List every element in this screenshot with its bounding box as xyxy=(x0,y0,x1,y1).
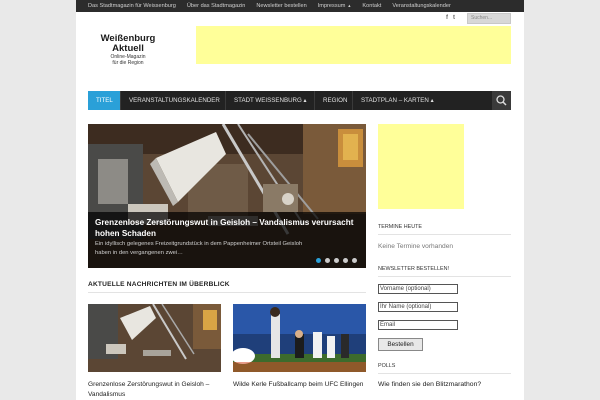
nav-item-veranstaltungskalender[interactable]: VERANSTALTUNGSKALENDER xyxy=(121,91,228,110)
sidebar-divider xyxy=(378,234,511,235)
sidebar-divider xyxy=(378,373,511,374)
news-image-vandalism xyxy=(88,304,221,372)
logo-line-2: Aktuell xyxy=(112,43,144,54)
nav-item-titel[interactable]: TITEL xyxy=(88,91,121,110)
sub-bar: f t xyxy=(76,12,524,25)
topnav-item-impressum-label: Impressum xyxy=(317,3,346,9)
slider-dot-2[interactable] xyxy=(325,258,330,263)
sidebar-divider xyxy=(378,276,511,277)
slider-dot-3[interactable] xyxy=(334,258,339,263)
slide-caption: Grenzenlose Zerstörungswut in Geisloh – … xyxy=(88,212,366,268)
topnav-item-stadtmagazin[interactable]: Das Stadtmagazin für Weissenburg xyxy=(88,3,176,9)
poll-question: Wie finden sie den Blitzmarathon? xyxy=(378,381,482,388)
page: Das Stadtmagazin für Weissenburg Über da… xyxy=(76,0,524,400)
slider-pagination xyxy=(316,258,357,263)
slide-excerpt: Ein idyllisch gelegenes Freizeitgrundstü… xyxy=(95,241,303,256)
slider-dot-5[interactable] xyxy=(352,258,357,263)
nav-search-button[interactable] xyxy=(492,91,511,110)
slider-dot-4[interactable] xyxy=(343,258,348,263)
top-nav: Das Stadtmagazin für Weissenburg Über da… xyxy=(88,0,451,12)
logo-line-4: für die Region xyxy=(112,60,144,66)
search-icon xyxy=(496,95,507,106)
twitter-icon[interactable]: t xyxy=(453,15,455,21)
news-title-fussballcamp[interactable]: Wilde Kerle Fußballcamp beim UFC Ellinge… xyxy=(233,380,366,390)
social-links: f t xyxy=(446,15,455,21)
facebook-icon[interactable]: f xyxy=(446,15,448,21)
topnav-item-ueber[interactable]: Über das Stadtmagazin xyxy=(187,3,245,9)
termine-empty-text: Keine Termine vorhanden xyxy=(378,243,454,250)
nav-item-stadt-weissenburg[interactable]: STADT WEISSENBURG ▴ xyxy=(226,91,315,110)
firstname-field[interactable]: Vorname (optional) xyxy=(378,284,458,294)
top-bar: Das Stadtmagazin für Weissenburg Über da… xyxy=(76,0,524,12)
search-input[interactable]: Suchen... xyxy=(467,13,511,24)
nav-item-stadtplan[interactable]: STADTPLAN – KARTEN ▴ xyxy=(353,91,442,110)
termine-heading: TERMINE HEUTE xyxy=(378,224,423,230)
section-title: AKTUELLE NACHRICHTEN IM ÜBERBLICK xyxy=(88,281,230,288)
polls-heading: POLLS xyxy=(378,363,396,369)
featured-slider[interactable]: Grenzenlose Zerstörungswut in Geisloh – … xyxy=(88,124,366,268)
topnav-item-newsletter[interactable]: Newsletter bestellen xyxy=(256,3,306,9)
topnav-item-veranstaltungskalender[interactable]: Veranstaltungskalender xyxy=(392,3,450,9)
main-nav: TITEL VERANSTALTUNGSKALENDER STADT WEISS… xyxy=(88,91,511,110)
slide-title[interactable]: Grenzenlose Zerstörungswut in Geisloh – … xyxy=(95,217,365,239)
sidebar-ad[interactable] xyxy=(378,124,464,209)
topnav-item-impressum[interactable]: Impressum ▲ xyxy=(318,3,352,9)
email-field[interactable]: Email xyxy=(378,320,458,330)
news-thumb-fussballcamp[interactable] xyxy=(233,304,366,372)
news-image-fussballcamp xyxy=(233,304,366,372)
chevron-up-icon: ▲ xyxy=(347,3,352,8)
slider-dot-1[interactable] xyxy=(316,258,321,263)
news-thumb-vandalism[interactable] xyxy=(88,304,221,372)
header-ad-banner[interactable] xyxy=(196,26,511,64)
lastname-field[interactable]: Ihr Name (optional) xyxy=(378,302,458,312)
newsletter-heading: NEWSLETTER BESTELLEN! xyxy=(378,266,449,272)
news-title-vandalism[interactable]: Grenzenlose Zerstörungswut in Geisloh – … xyxy=(88,380,221,400)
topnav-item-kontakt[interactable]: Kontakt xyxy=(362,3,381,9)
search-placeholder: Suchen... xyxy=(471,15,493,21)
subscribe-button[interactable]: Bestellen xyxy=(378,338,423,351)
nav-item-region[interactable]: REGION xyxy=(315,91,355,110)
section-divider xyxy=(88,292,366,293)
site-logo[interactable]: Weißenburg Aktuell Online-Magazin für di… xyxy=(88,34,168,67)
